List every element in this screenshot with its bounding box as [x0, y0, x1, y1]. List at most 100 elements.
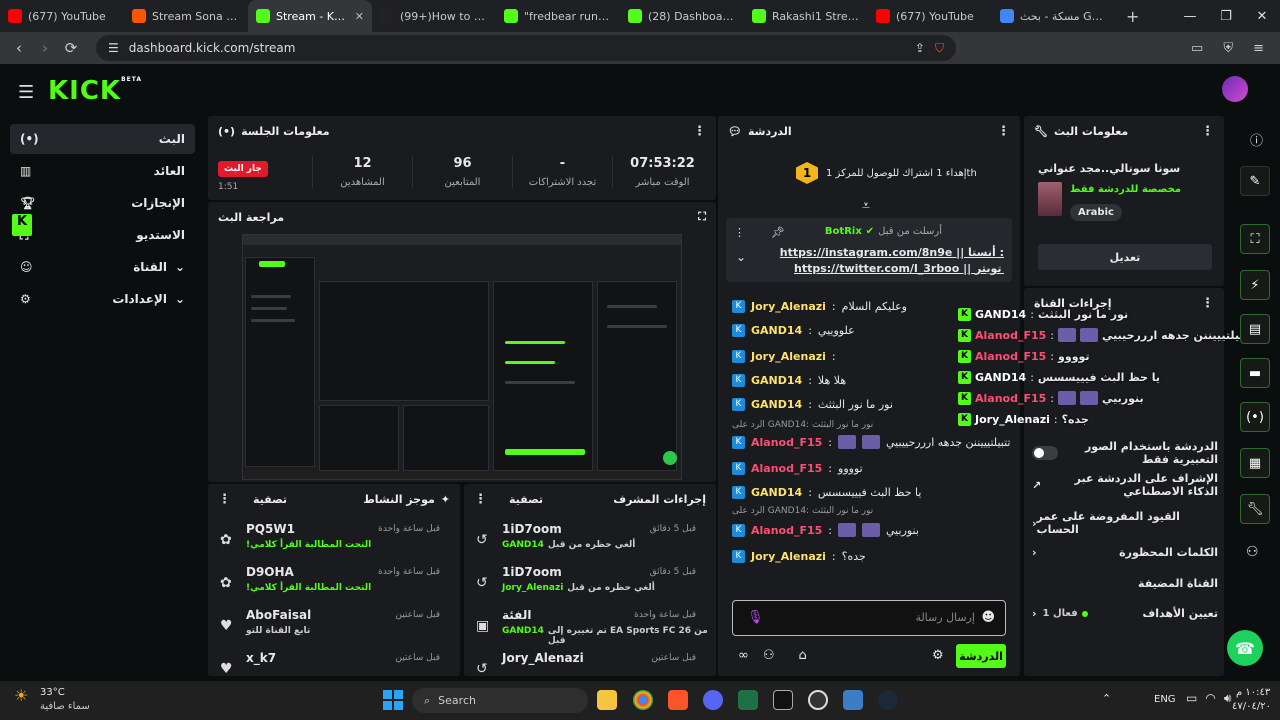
banned-words-row[interactable]: › الكلمات المحظورة: [1032, 546, 1218, 559]
mod-action-by[interactable]: GAND14: [502, 540, 544, 550]
emote-only-toggle[interactable]: [1032, 446, 1058, 460]
stream-category[interactable]: مخصصة للدردشة فقط: [1070, 184, 1181, 195]
menu-icon[interactable]: ≡: [1253, 41, 1264, 56]
pinned-line-1[interactable]: https://instagram.com/8n9e || أنستا :: [780, 246, 1004, 259]
more-options-icon[interactable]: ⋮: [474, 492, 487, 507]
browser-tab[interactable]: (28) Dashboard / St: [620, 0, 744, 32]
sidebar-item-broadcast[interactable]: (•) البث: [10, 124, 195, 154]
sidebar-item-channel[interactable]: ☺ القناة ⌄: [10, 252, 195, 282]
sidebar-toggle-icon[interactable]: ▭: [1191, 41, 1203, 56]
broadcast-icon[interactable]: (•): [1240, 402, 1270, 432]
store-icon[interactable]: ⌂: [799, 648, 807, 663]
chevron-down-icon[interactable]: ⌄: [736, 250, 746, 264]
fullscreen-icon[interactable]: ⛶: [698, 210, 706, 224]
weather-icon[interactable]: ☀: [14, 686, 28, 705]
chat-send-button[interactable]: الدردشة: [956, 644, 1006, 668]
mod-action-target[interactable]: الفئة: [502, 608, 531, 622]
excel-icon[interactable]: [738, 690, 758, 710]
chat-username[interactable]: GAND14: [751, 398, 802, 411]
brave-icon[interactable]: [668, 690, 688, 710]
document-icon[interactable]: ▤: [1240, 314, 1270, 344]
minimize-icon[interactable]: —: [1172, 0, 1208, 32]
studio-icon[interactable]: ⛶: [1240, 224, 1270, 254]
sidebar-item-settings[interactable]: ⚙ الإعدادات ⌄: [10, 284, 195, 314]
support-chat-icon[interactable]: ☎: [1227, 630, 1263, 666]
chat-input[interactable]: إرسال رسالة ☻ 🎙︎: [732, 600, 1006, 636]
chat-username[interactable]: Alanod_F15: [751, 462, 822, 475]
filter-button[interactable]: تصفية: [253, 493, 287, 506]
chat-username[interactable]: GAND14: [751, 374, 802, 387]
collapse-icon[interactable]: ⩡: [862, 198, 870, 214]
more-options-icon[interactable]: ⋮: [693, 124, 706, 139]
app-icon[interactable]: [843, 690, 863, 710]
kick-logo[interactable]: KICKBETA: [48, 76, 142, 106]
system-tray[interactable]: ▭ ◠ 🔊︎: [1186, 691, 1231, 706]
activity-user[interactable]: D9OHA: [246, 565, 294, 579]
more-options-icon[interactable]: ⋮: [1201, 296, 1214, 311]
vpn-icon[interactable]: ⛨: [1223, 41, 1233, 56]
chat-settings-icon[interactable]: ⚙: [932, 648, 944, 663]
activity-user[interactable]: PQ5W1: [246, 522, 295, 536]
weather-temp[interactable]: 33°C: [40, 687, 65, 698]
account-age-row[interactable]: › القيود المفروضة على عمر الحساب: [1032, 510, 1218, 536]
ai-moderation-row[interactable]: ↗ الإشراف على الدردشة عبر الذكاء الاصطناع…: [1032, 472, 1218, 498]
hamburger-menu-icon[interactable]: ☰: [18, 82, 34, 103]
close-window-icon[interactable]: ✕: [1244, 0, 1280, 32]
chat-username[interactable]: Alanod_F15: [751, 524, 822, 537]
lightning-icon[interactable]: ⚡︎: [1240, 270, 1270, 300]
chat-username[interactable]: Jory_Alenazi: [751, 300, 826, 313]
sidebar-item-achievements[interactable]: 🏆︎ الإنجازات: [10, 188, 195, 218]
pinned-line-2[interactable]: https://twitter.com/l_3rboo || تويتر :: [794, 262, 1004, 275]
more-options-icon[interactable]: ⋮: [997, 124, 1010, 139]
reload-icon[interactable]: ⟳: [58, 39, 84, 57]
users-icon[interactable]: ⚇: [763, 648, 775, 663]
maximize-icon[interactable]: ❐: [1208, 0, 1244, 32]
wrench-icon[interactable]: 🔧︎: [1240, 494, 1270, 524]
brave-shield-icon[interactable]: ⛉: [935, 41, 944, 56]
chat-username[interactable]: Jory_Alenazi: [751, 350, 826, 363]
chrome-icon[interactable]: [633, 690, 653, 710]
layout-icon[interactable]: ▦: [1240, 448, 1270, 478]
steam-icon[interactable]: [878, 690, 898, 710]
browser-tab[interactable]: مسكة - بحث Google: [992, 0, 1116, 32]
capcut-icon[interactable]: [773, 690, 793, 710]
back-icon[interactable]: ‹: [6, 39, 32, 57]
chat-username[interactable]: GAND14: [751, 486, 802, 499]
new-tab-icon[interactable]: +: [1126, 7, 1139, 26]
share-icon[interactable]: ⇪: [915, 41, 925, 55]
sidebar-item-revenue[interactable]: ▥ العائد: [10, 156, 195, 186]
edit-stream-button[interactable]: تعديل: [1038, 244, 1212, 270]
browser-tab[interactable]: (677) YouTube: [868, 0, 992, 32]
browser-tab[interactable]: (99+)How to Down: [372, 0, 496, 32]
stream-preview-video[interactable]: [242, 234, 682, 480]
discord-icon[interactable]: [703, 690, 723, 710]
emoji-icon[interactable]: ☻: [981, 610, 995, 625]
edit-icon[interactable]: ✎: [1240, 166, 1270, 196]
microphone-icon[interactable]: 🎙︎: [747, 610, 764, 625]
mod-action-target[interactable]: 1iD7oom: [502, 522, 562, 536]
more-options-icon[interactable]: ⋮: [218, 492, 231, 507]
chat-icon[interactable]: ▬: [1240, 358, 1270, 388]
input-language[interactable]: ENG: [1154, 694, 1176, 705]
chat-username[interactable]: Jory_Alenazi: [751, 550, 826, 563]
filter-button[interactable]: تصفية: [509, 493, 543, 506]
taskbar-search[interactable]: ⌕ Search: [412, 688, 588, 713]
chat-username[interactable]: GAND14: [751, 324, 802, 337]
browser-tab[interactable]: Stream Sona | Listen: [124, 0, 248, 32]
info-icon[interactable]: ⓘ: [1250, 130, 1263, 149]
users-icon[interactable]: ⚇: [1246, 544, 1259, 560]
host-channel-row[interactable]: القناة المضيفة: [1032, 577, 1218, 590]
site-settings-icon[interactable]: ☰: [108, 41, 119, 55]
close-icon[interactable]: ✕: [355, 10, 364, 23]
browser-tab[interactable]: (677) YouTube: [0, 0, 124, 32]
browser-tab[interactable]: Rakashi1 Stream - V: [744, 0, 868, 32]
sidebar-item-studio[interactable]: ⛶الاستديو: [10, 220, 195, 250]
windows-start-icon[interactable]: [383, 690, 403, 710]
mod-action-target[interactable]: 1iD7oom: [502, 565, 562, 579]
file-explorer-icon[interactable]: [597, 690, 617, 710]
mod-action-by[interactable]: Jory_Alenazi: [502, 583, 563, 593]
user-avatar[interactable]: [1222, 76, 1248, 102]
more-options-icon[interactable]: ⋮: [734, 226, 745, 239]
goals-row[interactable]: › فعال 1 تعيين الأهداف: [1032, 607, 1218, 620]
more-options-icon[interactable]: ⋮: [1201, 124, 1214, 139]
